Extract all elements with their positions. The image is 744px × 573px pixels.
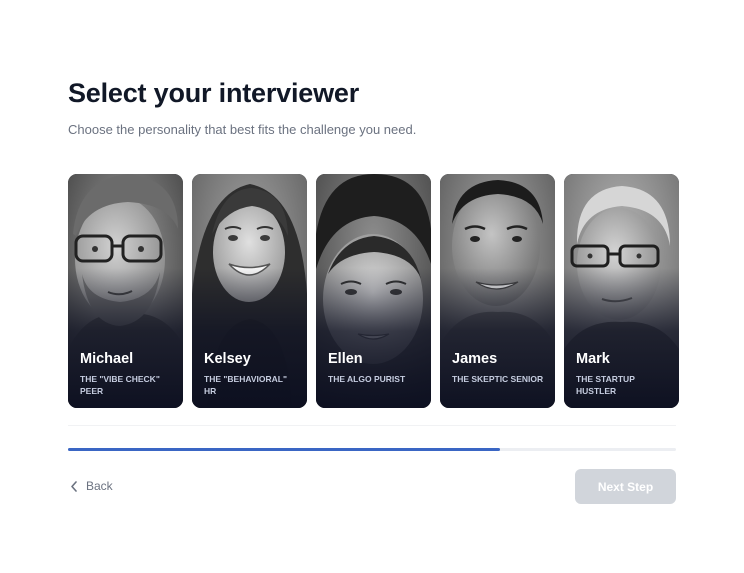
section-divider xyxy=(68,425,676,426)
next-step-button[interactable]: Next Step xyxy=(575,469,676,504)
interviewer-name: Michael xyxy=(80,351,134,367)
interviewer-card-kelsey[interactable]: Kelsey THE "BEHAVIORAL" HR xyxy=(192,174,307,408)
interviewer-role: THE SKEPTIC SENIOR xyxy=(452,374,544,384)
interviewer-role: THE "BEHAVIORAL" HR xyxy=(204,374,287,396)
interviewer-name: Ellen xyxy=(328,351,363,367)
interviewer-role: THE ALGO PURIST xyxy=(328,374,406,384)
interviewer-card-mark[interactable]: Mark THE STARTUP HUSTLER xyxy=(564,174,679,408)
interviewer-name: Kelsey xyxy=(204,351,251,367)
interviewer-card-ellen[interactable]: Ellen THE ALGO PURIST xyxy=(316,174,431,408)
back-button[interactable]: Back xyxy=(70,479,113,493)
interviewer-card-list: Michael THE "VIBE CHECK" PEER Kelsey THE… xyxy=(68,174,679,408)
progress-bar-fill xyxy=(68,448,500,451)
interviewer-role: THE "VIBE CHECK" PEER xyxy=(80,374,160,396)
interviewer-card-james[interactable]: James THE SKEPTIC SENIOR xyxy=(440,174,555,408)
interviewer-name: James xyxy=(452,351,498,367)
chevron-left-icon xyxy=(70,480,78,492)
interviewer-card-michael[interactable]: Michael THE "VIBE CHECK" PEER xyxy=(68,174,183,408)
interviewer-selection-page: Select your interviewer Choose the perso… xyxy=(0,0,744,573)
page-subtitle: Choose the personality that best fits th… xyxy=(68,122,417,137)
page-title: Select your interviewer xyxy=(68,78,360,108)
interviewer-name: Mark xyxy=(576,351,610,367)
back-button-label: Back xyxy=(86,479,113,493)
interviewer-role: THE STARTUP HUSTLER xyxy=(576,374,635,396)
progress-bar xyxy=(68,448,676,451)
